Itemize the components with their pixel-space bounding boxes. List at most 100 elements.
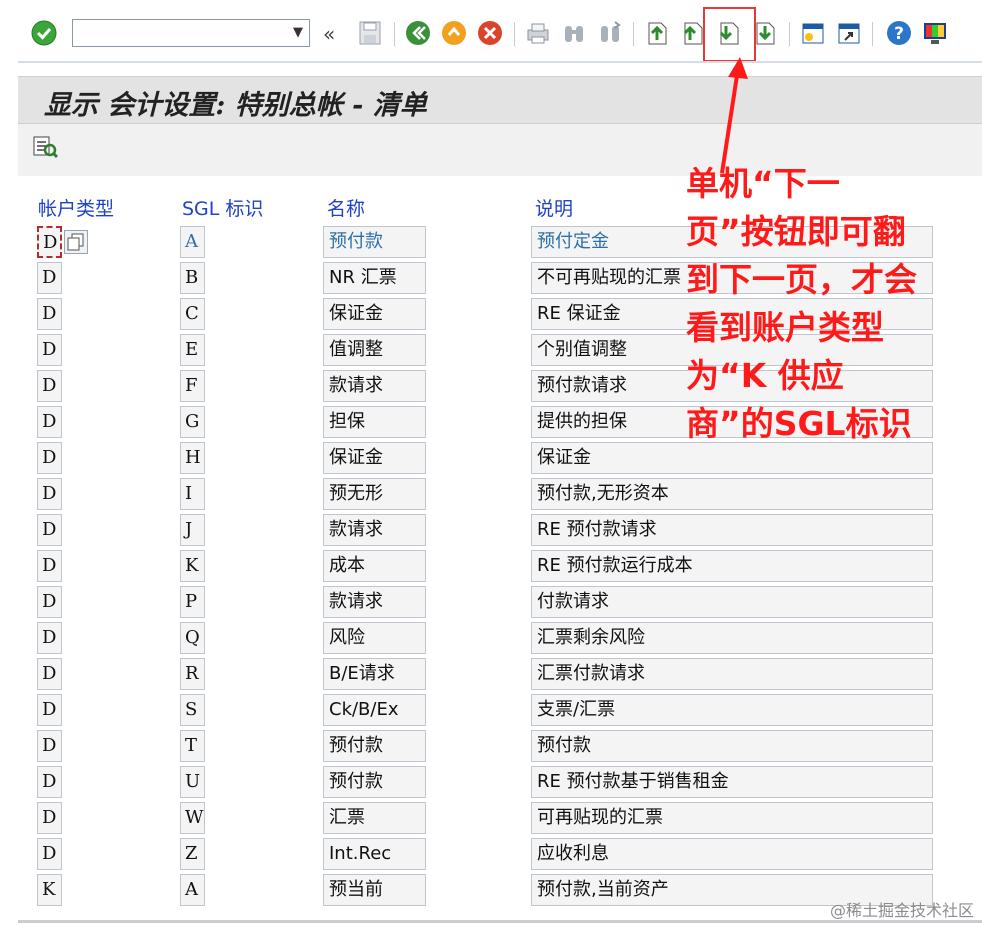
sgl-cell[interactable]: T [180,730,205,762]
sgl-cell[interactable]: G [180,406,205,438]
select-detail-icon[interactable] [32,134,58,162]
name-cell[interactable]: 风险 [323,622,426,654]
column-header-description: 说明 [535,198,574,220]
sgl-cell[interactable]: W [180,802,205,834]
print-icon[interactable] [525,20,551,48]
name-cell[interactable]: 担保 [323,406,426,438]
description-cell[interactable]: 汇票付款请求 [531,658,933,690]
help-icon[interactable]: ? [886,20,912,48]
description-cell[interactable]: 应收利息 [531,838,933,870]
name-cell[interactable]: 成本 [323,550,426,582]
table-row[interactable]: D P 款请求 付款请求 [0,586,982,618]
enter-icon[interactable] [31,20,57,48]
account-type-cell[interactable]: D [37,694,62,726]
account-type-cell[interactable]: D [37,766,62,798]
sgl-cell[interactable]: C [180,298,205,330]
exit-icon[interactable] [441,20,467,48]
find-icon[interactable] [561,20,587,48]
name-cell[interactable]: 保证金 [323,442,426,474]
name-cell[interactable]: 款请求 [323,370,426,402]
account-type-cell[interactable]: D [37,442,62,474]
sgl-cell[interactable]: Q [180,622,205,654]
account-type-cell[interactable]: D [37,838,62,870]
account-type-cell[interactable]: D [37,226,62,258]
sgl-cell[interactable]: E [180,334,205,366]
account-type-cell[interactable]: D [37,334,62,366]
find-next-icon[interactable] [597,20,623,48]
description-cell[interactable]: RE 预付款运行成本 [531,550,933,582]
cancel-icon[interactable] [477,20,503,48]
description-cell[interactable]: RE 预付款请求 [531,514,933,546]
name-cell[interactable]: 预无形 [323,478,426,510]
shortcut-icon[interactable] [836,20,862,48]
name-cell[interactable]: 保证金 [323,298,426,330]
account-type-cell[interactable]: K [37,874,62,906]
sgl-cell[interactable]: B [180,262,205,294]
account-type-cell[interactable]: D [37,298,62,330]
name-cell[interactable]: 汇票 [323,802,426,834]
sgl-cell[interactable]: P [180,586,205,618]
command-input[interactable] [77,21,281,47]
sgl-cell[interactable]: A [180,874,205,906]
table-row[interactable]: D U 预付款 RE 预付款基于销售租金 [0,766,982,798]
description-cell[interactable]: 预付款,无形资本 [531,478,933,510]
sgl-cell[interactable]: S [180,694,205,726]
name-cell[interactable]: 款请求 [323,514,426,546]
table-row[interactable]: D Q 风险 汇票剩余风险 [0,622,982,654]
chevron-down-icon[interactable]: ▼ [293,25,303,40]
description-cell[interactable]: 支票/汇票 [531,694,933,726]
description-cell[interactable]: 可再贴现的汇票 [531,802,933,834]
name-cell[interactable]: 值调整 [323,334,426,366]
name-cell[interactable]: B/E请求 [323,658,426,690]
annotation-text: 单机“下一 页”按钮即可翻 到下一页，才会 看到账户类型 为“K 供应 商”的S… [686,160,976,448]
account-type-cell[interactable]: D [37,730,62,762]
description-cell[interactable]: 汇票剩余风险 [531,622,933,654]
table-row[interactable]: D K 成本 RE 预付款运行成本 [0,550,982,582]
account-type-cell[interactable]: D [37,406,62,438]
back-nav-icon[interactable]: « [323,22,349,50]
account-type-cell[interactable]: D [37,622,62,654]
sgl-cell[interactable]: Z [180,838,205,870]
save-icon[interactable] [358,20,384,48]
sgl-cell[interactable]: K [180,550,205,582]
sgl-cell[interactable]: H [180,442,205,474]
sgl-cell[interactable]: F [180,370,205,402]
table-row[interactable]: D J 款请求 RE 预付款请求 [0,514,982,546]
account-type-cell[interactable]: D [37,370,62,402]
name-cell[interactable]: Int.Rec [323,838,426,870]
table-row[interactable]: D Z Int.Rec 应收利息 [0,838,982,870]
account-type-cell[interactable]: D [37,478,62,510]
description-cell[interactable]: 付款请求 [531,586,933,618]
table-row[interactable]: D W 汇票 可再贴现的汇票 [0,802,982,834]
sgl-cell[interactable]: I [180,478,205,510]
back-icon[interactable] [405,20,431,48]
description-cell[interactable]: 预付款 [531,730,933,762]
table-row[interactable]: D S Ck/B/Ex 支票/汇票 [0,694,982,726]
account-type-cell[interactable]: D [37,658,62,690]
sgl-cell[interactable]: A [180,226,205,258]
account-type-cell[interactable]: D [37,550,62,582]
name-cell[interactable]: 预付款 [323,766,426,798]
first-page-icon[interactable] [644,20,670,48]
description-cell[interactable]: RE 预付款基于销售租金 [531,766,933,798]
name-cell[interactable]: 预付款 [323,730,426,762]
account-type-cell[interactable]: D [37,586,62,618]
new-session-icon[interactable] [800,20,826,48]
sgl-cell[interactable]: J [180,514,205,546]
account-type-cell[interactable]: D [37,802,62,834]
account-type-cell[interactable]: D [37,514,62,546]
layout-icon[interactable] [922,20,948,48]
table-row[interactable]: D T 预付款 预付款 [0,730,982,762]
name-cell[interactable]: 款请求 [323,586,426,618]
name-cell[interactable]: NR 汇票 [323,262,426,294]
table-row[interactable]: D R B/E请求 汇票付款请求 [0,658,982,690]
sgl-cell[interactable]: R [180,658,205,690]
command-field[interactable]: ▼ [72,19,310,47]
account-type-cell[interactable]: D [37,262,62,294]
value-help-icon[interactable] [64,230,88,254]
name-cell[interactable]: 预付款 [323,226,426,258]
table-row[interactable]: D I 预无形 预付款,无形资本 [0,478,982,510]
name-cell[interactable]: 预当前 [323,874,426,906]
sgl-cell[interactable]: U [180,766,205,798]
name-cell[interactable]: Ck/B/Ex [323,694,426,726]
